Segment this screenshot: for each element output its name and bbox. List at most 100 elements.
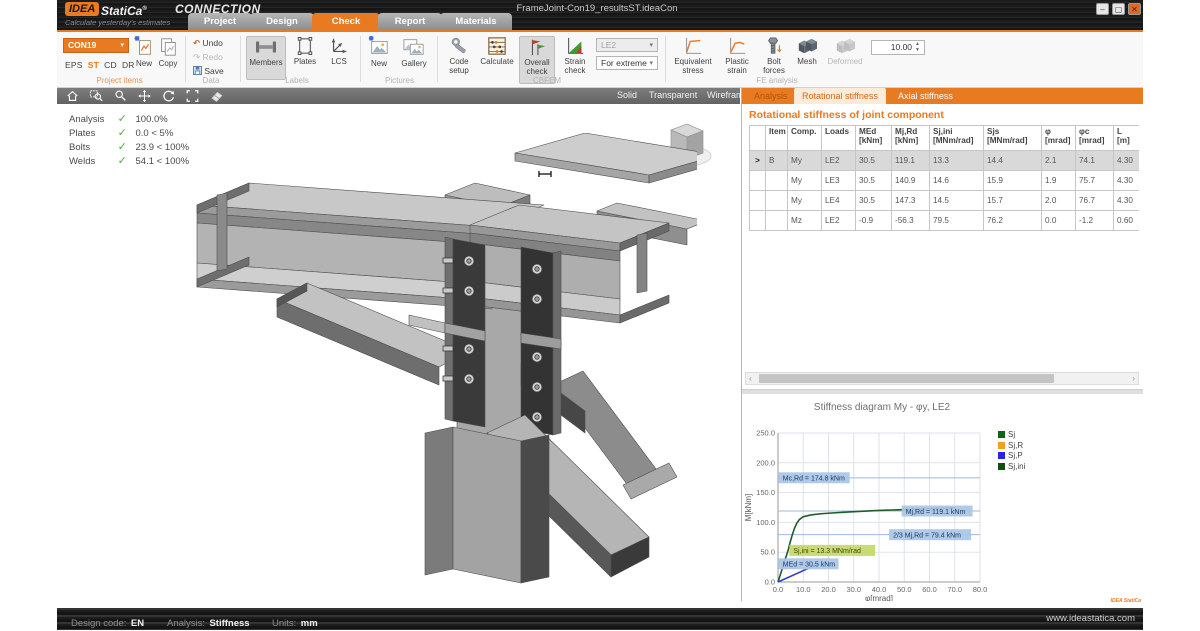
column-header[interactable]: Loads [822, 126, 856, 151]
column-header[interactable] [750, 126, 766, 151]
table-row[interactable]: MyLE430.5147.314.515.72.076.74.3030.31.9 [750, 191, 1140, 211]
website-link[interactable]: www.ideastatica.com [1046, 613, 1135, 624]
spinner-arrows-icon[interactable]: ▲▼ [915, 41, 920, 53]
maximize-button[interactable]: ▢ [1112, 3, 1125, 15]
svg-text:150.0: 150.0 [756, 488, 775, 497]
mode-cd[interactable]: CD [104, 60, 117, 70]
statica-logo-text: StatiCa® [101, 2, 147, 18]
table-row[interactable]: >BMyLE230.5119.113.314.42.174.14.3030.31… [750, 151, 1140, 171]
tab-axial-stiffness[interactable]: Axial stiffness [890, 88, 961, 104]
svg-text:200.0: 200.0 [756, 458, 775, 467]
copy-label: Copy [159, 59, 178, 68]
picture-new-icon [368, 36, 390, 58]
tab-project[interactable]: Project [188, 13, 252, 30]
zoom-window-icon[interactable] [89, 89, 105, 103]
legend-item: Sj,R [998, 441, 1025, 452]
code-setup-button[interactable]: Code setup [443, 36, 475, 84]
column-header[interactable]: Sjs[MNm/rad] [984, 126, 1042, 151]
new-item-label: New [136, 59, 152, 68]
close-button[interactable]: ✕ [1128, 3, 1141, 15]
tab-materials[interactable]: Materials [440, 13, 512, 30]
scrollbar-thumb[interactable] [759, 374, 1054, 383]
rotate-icon[interactable] [161, 89, 177, 103]
table-cell: My [788, 191, 822, 211]
summary-label: Analysis [69, 114, 115, 125]
project-item-value: CON19 [68, 40, 96, 50]
undo-button[interactable]: ↶ Undo [193, 38, 223, 49]
tab-report[interactable]: Report [378, 13, 442, 30]
svg-text:30.0: 30.0 [846, 585, 861, 594]
horizontal-scrollbar[interactable]: ‹ › [745, 372, 1139, 385]
svg-text:50.0: 50.0 [760, 548, 775, 557]
overall-check-label: Overall check [524, 58, 549, 76]
group-project-items: Project items [67, 76, 172, 85]
tab-design[interactable]: Design [250, 13, 314, 30]
scroll-left-icon[interactable]: ‹ [749, 373, 752, 384]
legend-item: Sj,P [998, 451, 1025, 462]
zoom-icon[interactable] [113, 89, 129, 103]
redo-button[interactable]: ↷ Redo [193, 52, 223, 63]
group-labels: Labels [257, 76, 337, 85]
group-pictures: Pictures [372, 76, 427, 85]
column-header[interactable]: Comp. [788, 126, 822, 151]
column-header[interactable]: Mj,Rd[kNm] [892, 126, 930, 151]
project-item-combo[interactable]: CON19▾ [63, 38, 129, 53]
eraser-icon[interactable] [209, 89, 225, 103]
analysis-label: Analysis: [167, 618, 205, 629]
column-header[interactable]: Item [766, 126, 788, 151]
home-view-icon[interactable] [65, 89, 81, 103]
scale-spinner[interactable]: 10.00 ▲▼ [871, 40, 925, 55]
svg-text:20.0: 20.0 [821, 585, 836, 594]
table-row[interactable]: MzLE2-0.9-56.379.576.20.0-1.20.6077.64.8 [750, 211, 1140, 231]
plates-toggle[interactable]: Plates [289, 36, 321, 80]
units-label: Units: [272, 618, 296, 629]
table-row[interactable]: MyLE330.5140.914.615.91.975.74.3030.31.9 [750, 171, 1140, 191]
table-cell: My [788, 171, 822, 191]
steel-joint-model[interactable] [157, 133, 697, 588]
equivalent-stress-button[interactable]: Equivalent stress [671, 36, 715, 84]
pan-icon[interactable] [137, 89, 153, 103]
tab-check[interactable]: Check [312, 13, 380, 30]
calculate-label: Calculate [480, 57, 513, 66]
gallery-button[interactable]: Gallery [397, 36, 431, 68]
tab-rotational-stiffness[interactable]: Rotational stiffness [794, 88, 886, 104]
picture-new-button[interactable]: New [366, 36, 392, 68]
mode-st[interactable]: ST [88, 60, 99, 70]
load-case-combo[interactable]: LE2▾ [596, 38, 658, 52]
table-cell: 2.0 [1042, 191, 1076, 211]
table-cell [750, 211, 766, 231]
column-header[interactable]: φc[mrad] [1076, 126, 1114, 151]
copy-item-button[interactable]: Copy [156, 36, 180, 68]
members-icon [254, 37, 278, 57]
save-button[interactable]: Save [193, 66, 224, 76]
minimize-button[interactable]: – [1096, 3, 1109, 15]
view-mode-transparent[interactable]: Transparent [649, 90, 697, 100]
lcs-label: LCS [331, 57, 347, 66]
new-item-button[interactable]: New [133, 36, 155, 68]
lcs-toggle[interactable]: LCS [324, 36, 354, 80]
chart-plot: 0.050.0100.0150.0200.0250.00.010.020.030… [742, 394, 1143, 601]
stiffness-table-wrap: ItemComp.LoadsMEd[kNm]Mj,Rd[kNm]Sj,ini[M… [749, 125, 1139, 237]
zoom-extents-icon[interactable] [185, 89, 201, 103]
scroll-right-icon[interactable]: › [1132, 373, 1135, 384]
bolt-forces-label: Bolt forces [763, 57, 785, 75]
table-cell: 14.5 [930, 191, 984, 211]
column-header[interactable]: φ[mrad] [1042, 126, 1076, 151]
idea-logo: IDEA [65, 2, 99, 16]
view-mode-solid[interactable]: Solid [617, 90, 637, 100]
mode-eps[interactable]: EPS [65, 60, 83, 70]
column-header[interactable]: L[m] [1114, 126, 1140, 151]
viewport-3d[interactable]: Analysis ✓ 100.0% Plates ✓ 0.0 < 5% Bolt… [57, 104, 740, 601]
registered-mark: ® [142, 6, 146, 12]
svg-text:Mj,Rd = 119.1 kNm: Mj,Rd = 119.1 kNm [906, 509, 966, 516]
table-cell: 30.5 [856, 171, 892, 191]
column-header[interactable]: Sj,ini[MNm/rad] [930, 126, 984, 151]
members-toggle[interactable]: Members [246, 36, 286, 80]
undo-label: Undo [203, 38, 223, 48]
svg-text:40.0: 40.0 [872, 585, 887, 594]
column-header[interactable]: MEd[kNm] [856, 126, 892, 151]
tab-analysis[interactable]: Analysis [746, 88, 796, 104]
bolt-forces-icon [765, 36, 783, 56]
extreme-combo[interactable]: For extreme▾ [596, 56, 658, 70]
overall-check-icon [527, 37, 547, 57]
